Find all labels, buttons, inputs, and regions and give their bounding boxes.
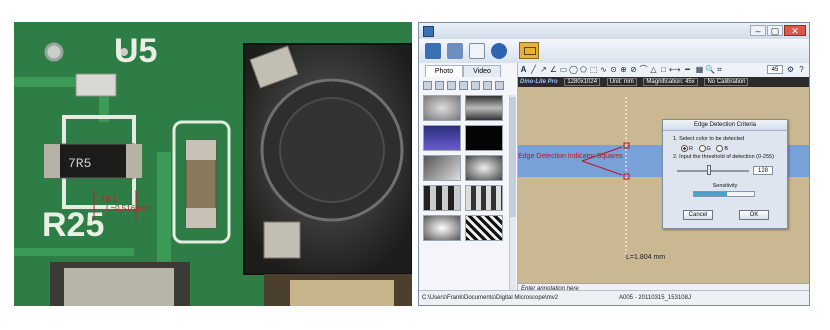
app-icon [423, 26, 434, 37]
step1-label: 1. Select color to be detected [673, 136, 745, 142]
text-tool-icon[interactable]: A [519, 65, 528, 74]
polygon-tool-icon[interactable]: ⬠ [579, 65, 588, 74]
info-icon[interactable] [491, 43, 507, 59]
line-tool-icon[interactable]: ╱ [529, 65, 538, 74]
thumbnail-8[interactable] [465, 185, 503, 211]
gallery-scrollbar[interactable] [509, 95, 516, 291]
radio-b[interactable] [716, 145, 724, 152]
print-icon[interactable] [483, 81, 492, 90]
diameter-tool-icon[interactable]: ⊘ [629, 65, 638, 74]
color-radio-group: R G B [681, 145, 728, 152]
center-circle-tool-icon[interactable]: ⊕ [619, 65, 628, 74]
status-file: A005 - 20110315_153108J [619, 295, 691, 301]
settings-tool-icon[interactable]: ⚙ [786, 65, 795, 74]
stroke-tool-icon[interactable]: ━ [683, 65, 692, 74]
status-bar: C:\Users\Frank\Documents\Digital Microsc… [419, 290, 809, 305]
pcb-image: U5 R25 7R5 DL1 L=0.516 mm [14, 22, 412, 306]
tab-photo[interactable]: Photo [425, 65, 463, 77]
radio-r[interactable] [681, 145, 688, 152]
status-path: C:\Users\Frank\Documents\Digital Microsc… [422, 295, 559, 301]
thumbnail-7[interactable] [423, 185, 461, 211]
live-view: Dino-Lite Pro 1280x1024 Unit: mm Magnifi… [518, 77, 809, 293]
main-toolbar [419, 39, 517, 64]
dimension-value: L=0.516 mm [106, 204, 151, 213]
threshold-slider-track[interactable] [677, 170, 749, 172]
capture-icon[interactable] [519, 42, 539, 59]
thumbnail-5[interactable] [423, 155, 461, 181]
radio-b-label: B [724, 145, 728, 152]
dimension-id: DL1 [102, 195, 117, 204]
thumbnail-6[interactable] [465, 155, 503, 181]
ellipse-tool-icon[interactable]: ◯ [569, 65, 578, 74]
copy-icon[interactable] [435, 81, 444, 90]
help-tool-icon[interactable]: ? [797, 65, 806, 74]
ok-button[interactable]: OK [739, 210, 769, 220]
edge-indicator-label: Edge Detection Indicator Squares [518, 153, 623, 160]
arrow-tool-icon[interactable]: ↗ [539, 65, 548, 74]
measure-tool-icon[interactable]: ⟷ [669, 65, 680, 74]
title-bar: – ▢ ✕ [419, 23, 809, 40]
zoom-input[interactable]: 45 [767, 65, 783, 74]
close-button[interactable]: ✕ [784, 25, 806, 36]
capture-toolbar [517, 39, 809, 64]
zoom-tool-icon[interactable]: 🔍 [705, 65, 715, 74]
crop-tool-icon[interactable]: ⌗ [715, 65, 724, 74]
magnification-label: Magnification: 45x [643, 78, 698, 86]
threshold-input[interactable]: 128 [753, 166, 773, 175]
radio-g[interactable] [698, 145, 706, 152]
edge-detection-dialog: Edge Detection Criteria 1. Select color … [662, 119, 788, 229]
email-icon[interactable] [459, 81, 468, 90]
sensitivity-label: Sensitivity [712, 183, 738, 189]
thumbnail-2[interactable] [465, 95, 503, 121]
pcb-microscope-photo: U5 R25 7R5 DL1 L=0.516 mm [14, 22, 412, 306]
panel-toolbar [421, 79, 515, 93]
rectangle-tool-icon[interactable]: ▭ [559, 65, 568, 74]
square-tool-icon[interactable]: □ [659, 65, 668, 74]
minimize-button[interactable]: – [750, 25, 766, 36]
radio-g-label: G [706, 145, 711, 152]
dialog-title: Edge Detection Criteria [663, 120, 787, 131]
curve-tool-icon[interactable]: ∿ [599, 65, 608, 74]
gallery-panel: Photo Video [419, 63, 518, 293]
gallery-icon[interactable] [447, 43, 463, 59]
thumbnail-4[interactable] [465, 125, 503, 151]
annotation-toolbar: A ╱ ↗ ∠ ▭ ◯ ⬠ ⬚ ∿ ⊙ ⊕ ⊘ ⌒ △ □ ⟷ ━ ▦ 🔍 ⌗ … [517, 63, 809, 78]
thumbnail-3[interactable] [423, 125, 461, 151]
angle-tool-icon[interactable]: ∠ [549, 65, 558, 74]
silkscreen-r25: R25 [42, 206, 104, 244]
threshold-slider-thumb[interactable] [707, 165, 711, 175]
microscope-app-window: – ▢ ✕ A ╱ ↗ ∠ ▭ ◯ ⬠ ⬚ ∿ ⊙ ⊕ ⊘ ⌒ △ □ ⟷ ━ … [418, 22, 810, 306]
info-bar: Dino-Lite Pro 1280x1024 Unit: mm Magnifi… [518, 77, 809, 87]
save-icon[interactable] [447, 81, 456, 90]
silkscreen-u5: U5 [114, 32, 157, 70]
tab-video[interactable]: Video [463, 65, 501, 77]
measurement-label: L=1.804 mm [626, 254, 666, 261]
radio-r-label: R [689, 145, 693, 152]
delete-icon[interactable] [495, 81, 504, 90]
cancel-button[interactable]: Cancel [683, 210, 713, 220]
maximize-button[interactable]: ▢ [767, 25, 783, 36]
rotate-icon[interactable] [471, 81, 480, 90]
circle-tool-icon[interactable]: ⊙ [609, 65, 618, 74]
scrollbar-thumb[interactable] [510, 97, 516, 217]
resolution-select[interactable]: 1280x1024 [564, 78, 601, 86]
unit-label: Unit: mm [606, 78, 637, 86]
open-folder-icon[interactable] [423, 81, 432, 90]
select-tool-icon[interactable]: ⬚ [589, 65, 598, 74]
grid-tool-icon[interactable]: ▦ [695, 65, 704, 74]
thumbnail-10[interactable] [465, 215, 503, 241]
thumbnail-9[interactable] [423, 215, 461, 241]
sensitivity-fill [694, 192, 727, 196]
folder-icon[interactable] [425, 43, 441, 59]
calibration-label: No Calibration [704, 78, 749, 86]
component-marking: 7R5 [68, 156, 91, 171]
triangle-tool-icon[interactable]: △ [649, 65, 658, 74]
sensitivity-bar [693, 191, 755, 197]
pen-icon[interactable] [469, 43, 485, 59]
arc-tool-icon[interactable]: ⌒ [639, 65, 648, 74]
step2-label: 2. Input the threshold of detection (0-2… [673, 154, 774, 160]
thumbnail-1[interactable] [423, 95, 461, 121]
brand-label: Dino-Lite Pro [520, 79, 558, 85]
